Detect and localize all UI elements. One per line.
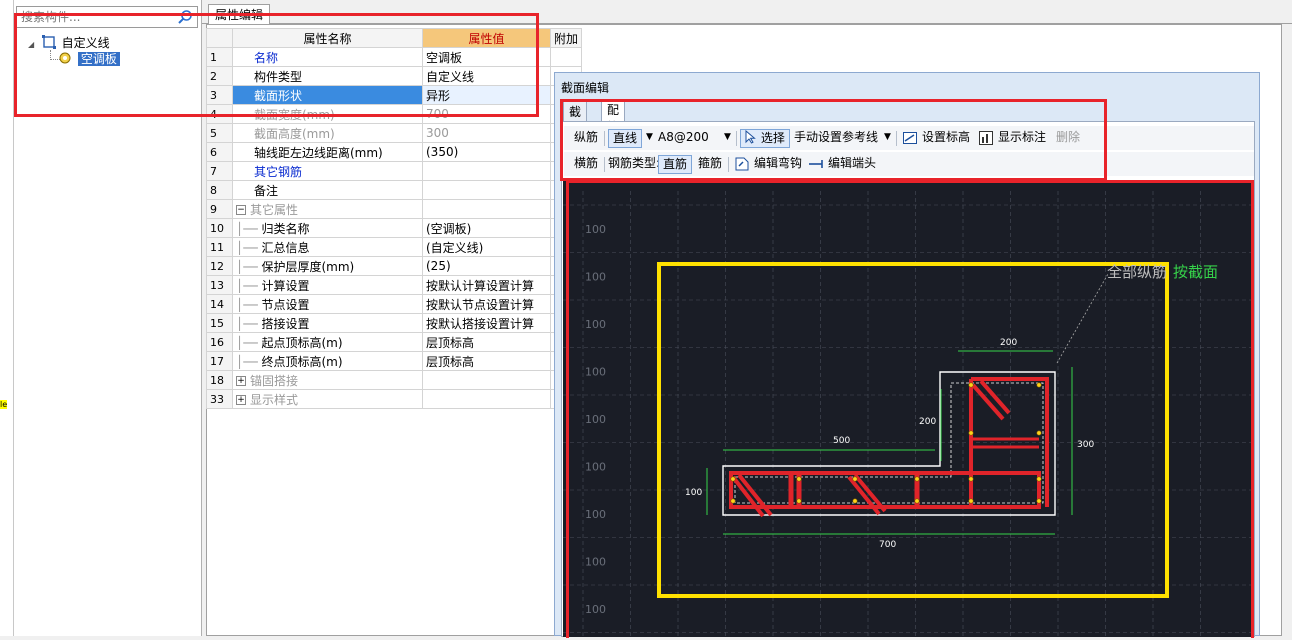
table-row[interactable]: 18 + 锚固搭接 [206, 370, 583, 390]
tree-line: │── [236, 316, 262, 331]
property-name[interactable]: │── 搭接设置 [232, 313, 423, 333]
property-name[interactable]: 截面高度(mm) [232, 123, 423, 143]
property-name[interactable]: │── 终点顶标高(m) [232, 351, 423, 371]
row-number: 14 [206, 294, 233, 314]
row-number: 17 [206, 351, 233, 371]
tree-line: │── [236, 354, 262, 369]
property-value[interactable] [422, 180, 551, 200]
property-name[interactable]: − 其它属性 [232, 199, 423, 219]
property-value[interactable] [422, 199, 551, 219]
property-name-text: 其它钢筋 [254, 164, 303, 179]
table-row[interactable]: 9− 其它属性 [206, 199, 583, 219]
property-name-text: 轴线距左边线距离(mm) [254, 145, 383, 160]
property-name[interactable]: + 显示样式 [232, 389, 423, 409]
row-number: 16 [206, 332, 233, 352]
table-row[interactable]: 5 截面高度(mm) 300 [206, 123, 583, 143]
tree-line: │── [236, 278, 262, 293]
property-name-text: 保护层厚度(mm) [261, 259, 355, 274]
table-row[interactable]: 16 │── 起点顶标高(m) 层顶标高 [206, 332, 583, 352]
row-number: 18 [206, 370, 233, 390]
property-name[interactable]: + 锚固搭接 [232, 370, 423, 390]
property-value[interactable]: (350) [422, 142, 551, 162]
property-name-text: 备注 [254, 183, 279, 198]
property-name-text: 其它属性 [250, 202, 299, 217]
highlight-box-canvas [566, 180, 1254, 638]
property-name[interactable]: 轴线距左边线距离(mm) [232, 142, 423, 162]
tree-line: │── [236, 259, 262, 274]
highlight-box-toolbar [560, 99, 1107, 181]
property-value[interactable]: (自定义线) [422, 237, 551, 257]
table-row[interactable]: 17 │── 终点顶标高(m) 层顶标高 [206, 351, 583, 371]
tree-line: │── [236, 240, 262, 255]
dialog-title: 截面编辑 [561, 81, 610, 95]
property-name[interactable]: 备注 [232, 180, 423, 200]
property-name[interactable]: │── 汇总信息 [232, 237, 423, 257]
property-name-text: 终点顶标高(m) [261, 354, 343, 369]
row-number: 13 [206, 275, 233, 295]
table-row[interactable]: 7 其它钢筋 [206, 161, 583, 181]
expand-icon[interactable]: + [236, 376, 246, 386]
property-name-text: 截面高度(mm) [254, 126, 335, 141]
property-name-text: 节点设置 [261, 297, 310, 312]
table-row[interactable]: 10 │── 归类名称 (空调板) [206, 218, 583, 238]
expand-icon[interactable]: + [236, 395, 246, 405]
tree-line: │── [236, 297, 262, 312]
table-row[interactable]: 11 │── 汇总信息 (自定义线) [206, 237, 583, 257]
table-row[interactable]: 8 备注 [206, 180, 583, 200]
row-number: 11 [206, 237, 233, 257]
property-value[interactable]: (25) [422, 256, 551, 276]
property-name-text: 起点顶标高(m) [261, 335, 343, 350]
left-edge-strip: le [0, 0, 14, 636]
property-name[interactable]: │── 计算设置 [232, 275, 423, 295]
row-number: 8 [206, 180, 233, 200]
property-name[interactable]: │── 起点顶标高(m) [232, 332, 423, 352]
property-value[interactable] [422, 370, 551, 390]
property-value[interactable] [422, 389, 551, 409]
property-value[interactable]: 按默认节点设置计算 [422, 294, 551, 314]
property-value[interactable]: (空调板) [422, 218, 551, 238]
row-number: 5 [206, 123, 233, 143]
property-name[interactable]: │── 节点设置 [232, 294, 423, 314]
row-number: 10 [206, 218, 233, 238]
table-row[interactable]: 15 │── 搭接设置 按默认搭接设置计算 [206, 313, 583, 333]
property-name-text: 锚固搭接 [250, 373, 299, 388]
property-name[interactable]: │── 保护层厚度(mm) [232, 256, 423, 276]
table-row[interactable]: 33 + 显示样式 [206, 389, 583, 409]
property-extra[interactable] [549, 47, 583, 67]
table-row[interactable]: 12 │── 保护层厚度(mm) (25) [206, 256, 583, 276]
property-name-text: 搭接设置 [261, 316, 310, 331]
table-row[interactable]: 14 │── 节点设置 按默认节点设置计算 [206, 294, 583, 314]
table-row[interactable]: 13 │── 计算设置 按默认计算设置计算 [206, 275, 583, 295]
tree-line: │── [236, 221, 262, 236]
property-value[interactable]: 按默认搭接设置计算 [422, 313, 551, 333]
property-name-text: 汇总信息 [261, 240, 310, 255]
row-number: 33 [206, 389, 233, 409]
row-number: 7 [206, 161, 233, 181]
property-name-text: 归类名称 [261, 221, 310, 236]
property-name[interactable]: 其它钢筋 [232, 161, 423, 181]
tree-line: │── [236, 335, 262, 350]
highlight-box-tree [14, 13, 539, 117]
row-number: 15 [206, 313, 233, 333]
property-value[interactable]: 层顶标高 [422, 332, 551, 352]
property-name[interactable]: │── 归类名称 [232, 218, 423, 238]
property-value[interactable]: 300 [422, 123, 551, 143]
property-value[interactable]: 层顶标高 [422, 351, 551, 371]
row-number: 12 [206, 256, 233, 276]
property-value[interactable] [422, 161, 551, 181]
edge-mark: le [0, 400, 8, 409]
row-number: 6 [206, 142, 233, 162]
collapse-icon[interactable]: − [236, 205, 246, 215]
property-name-text: 计算设置 [261, 278, 310, 293]
property-name-text: 显示样式 [250, 392, 299, 407]
row-number: 9 [206, 199, 233, 219]
column-header-extra[interactable]: 附加 [549, 28, 583, 48]
table-row[interactable]: 6 轴线距左边线距离(mm) (350) [206, 142, 583, 162]
property-value[interactable]: 按默认计算设置计算 [422, 275, 551, 295]
